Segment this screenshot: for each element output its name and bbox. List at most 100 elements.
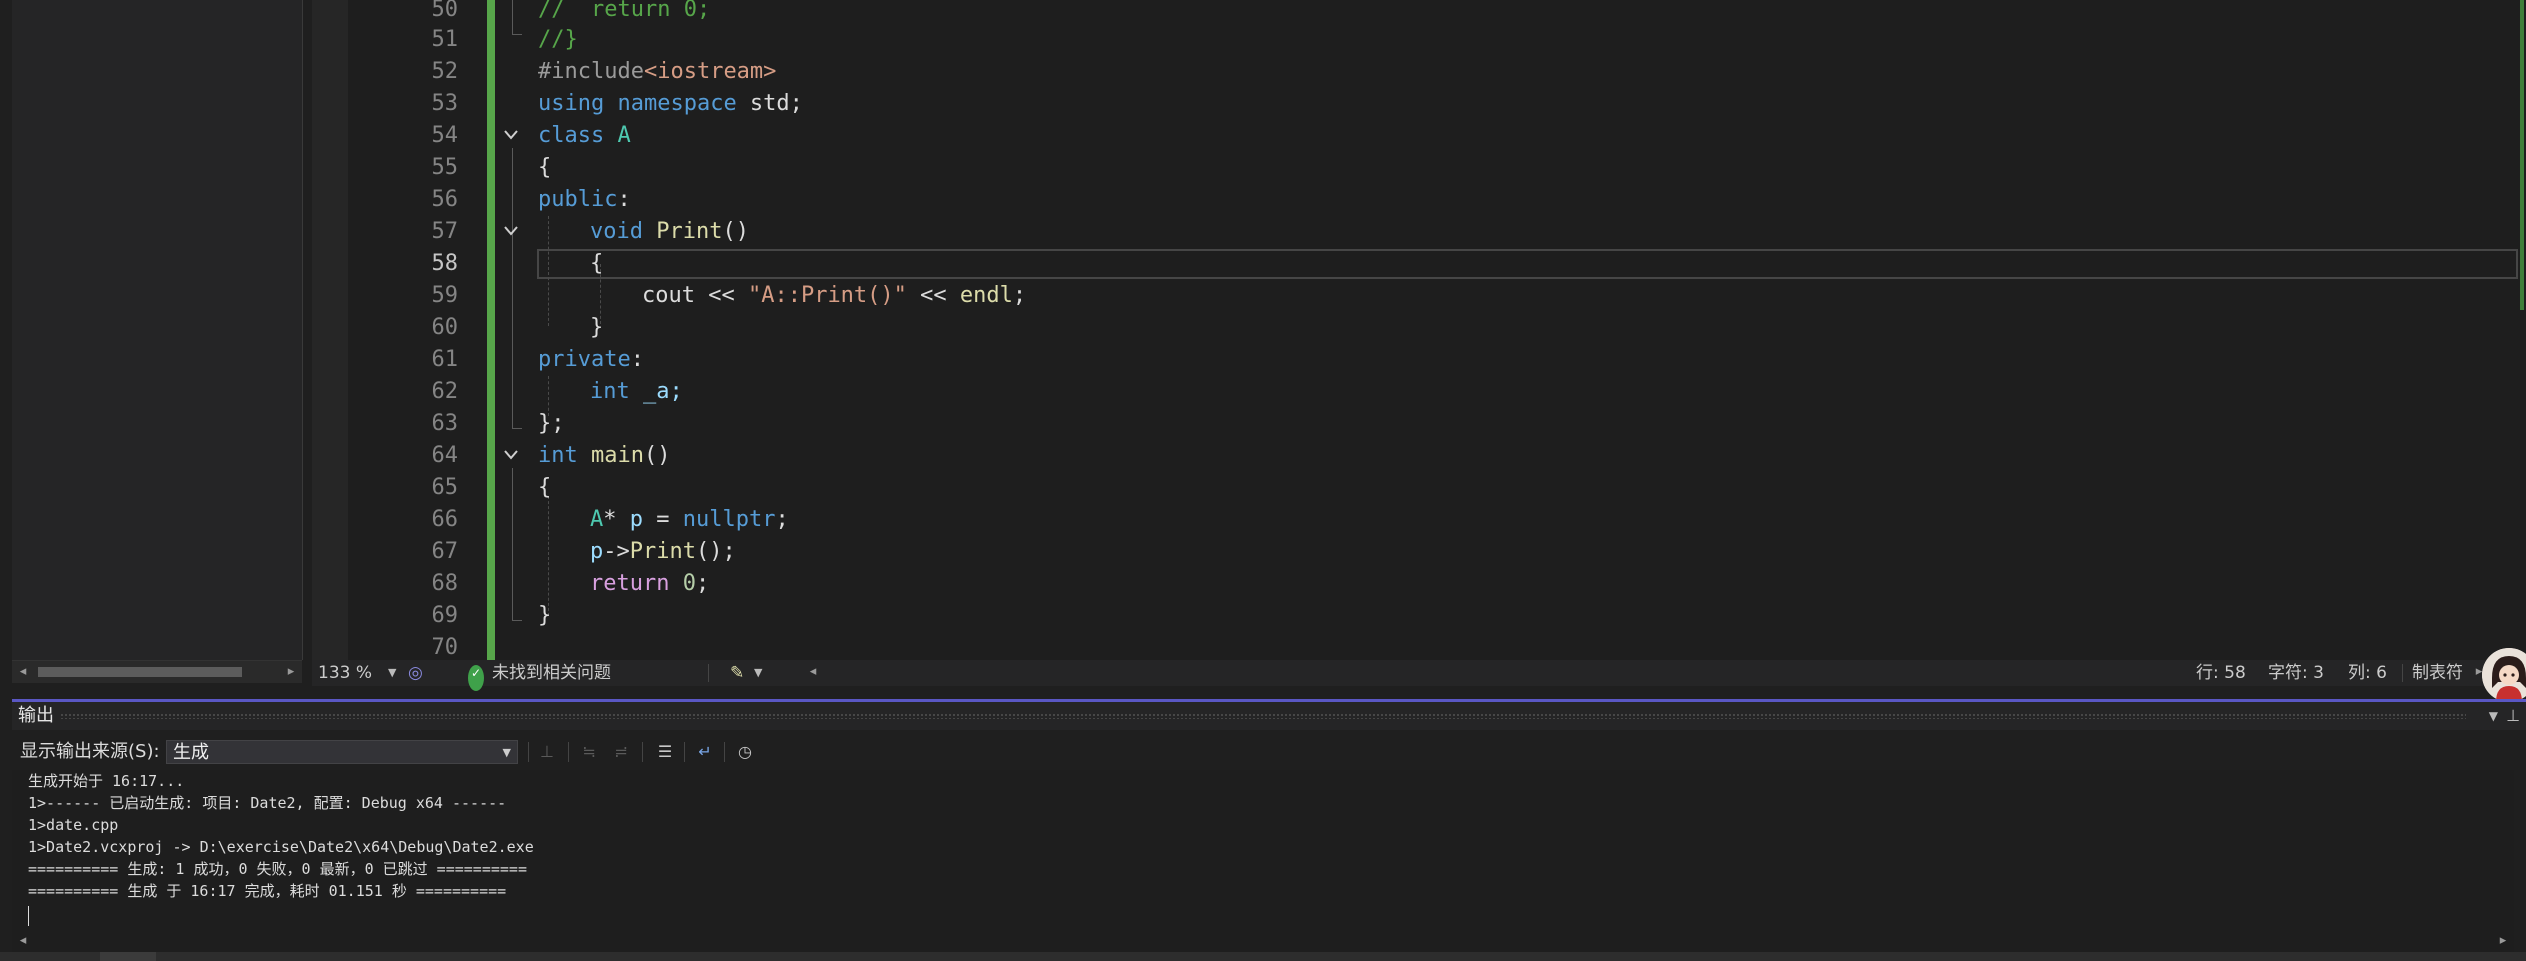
output-text-area[interactable]: 生成开始于 16:17... 1>------ 已启动生成: 项目: Date2… xyxy=(12,770,2514,930)
find-message-icon[interactable]: ⊥ xyxy=(534,740,560,764)
scroll-left-icon[interactable]: ◂ xyxy=(806,664,820,680)
cursor-col[interactable]: 列: 6 xyxy=(2348,660,2387,686)
output-hscrollbar[interactable]: ◂ ▸ xyxy=(12,930,2514,952)
operator: = xyxy=(643,507,683,532)
previous-message-icon[interactable]: ≒ xyxy=(576,740,602,764)
line-number: 54 xyxy=(431,123,459,148)
cursor-row[interactable]: 行: 58 xyxy=(2196,660,2246,686)
divider xyxy=(684,742,685,762)
punctuation: : xyxy=(617,187,631,212)
identifier: p xyxy=(629,507,643,532)
line-number: 63 xyxy=(431,411,459,436)
line-number: 56 xyxy=(431,187,459,212)
keyword: return xyxy=(590,571,670,596)
comment: //} xyxy=(538,27,578,52)
function-name: endl xyxy=(959,283,1013,308)
scroll-right-icon[interactable]: ▸ xyxy=(284,664,298,680)
bottom-tab-strip xyxy=(0,952,2526,961)
code-line: int _a; xyxy=(590,376,683,408)
code-line: class A xyxy=(538,120,631,152)
bottom-tab[interactable] xyxy=(100,952,156,961)
output-source-value: 生成 xyxy=(173,742,209,763)
chevron-down-icon[interactable]: ▼ xyxy=(388,660,396,686)
cursor-char[interactable]: 字符: 3 xyxy=(2268,660,2324,686)
next-message-icon[interactable]: ≓ xyxy=(608,740,634,764)
chevron-down-icon[interactable] xyxy=(500,440,522,472)
line-number: 68 xyxy=(431,571,459,596)
function-name: Print xyxy=(629,539,696,564)
punctuation: : xyxy=(630,347,644,372)
code-line: // return 0; xyxy=(538,0,710,26)
string-literal: "A::Print()" xyxy=(747,283,907,308)
code-line: p->Print(); xyxy=(590,536,736,568)
chevron-down-icon[interactable] xyxy=(500,120,522,152)
keyword: int xyxy=(590,379,630,404)
word-wrap-icon[interactable]: ↵ xyxy=(692,740,718,764)
keyword: private xyxy=(538,347,631,372)
keyword: nullptr xyxy=(682,507,776,532)
output-source-label: 显示输出来源(S): xyxy=(20,741,160,762)
scroll-right-icon[interactable]: ▸ xyxy=(2496,933,2510,949)
punctuation: ; xyxy=(775,507,789,532)
operator: << xyxy=(694,283,748,308)
code-line: } xyxy=(590,312,603,344)
keyword: using xyxy=(538,91,605,116)
line-number: 64 xyxy=(431,443,459,468)
chevron-down-icon[interactable]: ▼ xyxy=(754,660,762,686)
scroll-left-icon[interactable]: ◂ xyxy=(16,664,30,680)
code-area[interactable]: // return 0; //} #include<iostream> usin… xyxy=(538,0,2526,660)
output-panel-title: 输出 xyxy=(18,705,54,726)
punctuation: ; xyxy=(1012,283,1027,308)
intellicode-icon[interactable]: ◎ xyxy=(408,660,423,686)
line-number: 65 xyxy=(431,475,459,500)
solution-explorer-hscrollbar[interactable]: ◂ ▸ xyxy=(12,660,302,683)
line-number: 67 xyxy=(431,539,459,564)
fold-guide-end xyxy=(512,34,522,35)
pin-icon[interactable]: ⊥ xyxy=(2506,702,2520,730)
code-editor[interactable]: 50 51 52 53 54 55 56 57 58 59 60 61 62 6… xyxy=(312,0,2526,660)
line-number: 61 xyxy=(431,347,459,372)
change-marker xyxy=(2520,0,2524,310)
zoom-level[interactable]: 133 % xyxy=(318,660,372,686)
keyword: public xyxy=(538,187,618,212)
editor-vscrollbar[interactable] xyxy=(2518,0,2526,660)
output-line: ========== 生成 于 16:17 完成，耗时 01.151 秒 ===… xyxy=(28,882,507,900)
indent-mode[interactable]: 制表符 xyxy=(2412,660,2463,686)
text-cursor xyxy=(28,906,29,926)
code-line: cout << "A::Print()" << endl; xyxy=(642,280,1026,312)
avatar[interactable] xyxy=(2482,648,2526,702)
brace: { xyxy=(538,475,552,500)
line-number: 51 xyxy=(431,27,459,52)
brace: }; xyxy=(538,411,565,436)
brace: } xyxy=(538,603,552,628)
output-source-select[interactable]: 生成 ▼ xyxy=(166,740,518,764)
chevron-down-icon[interactable]: ▼ xyxy=(503,741,511,765)
issues-status[interactable]: 未找到相关问题 xyxy=(492,660,611,686)
output-title-bar[interactable]: 输出 ▼ ⊥ xyxy=(12,702,2526,730)
scroll-left-icon[interactable]: ◂ xyxy=(16,933,30,949)
chevron-down-icon[interactable] xyxy=(500,216,522,248)
line-number: 52 xyxy=(431,59,459,84)
line-numbers: 50 51 52 53 54 55 56 57 58 59 60 61 62 6… xyxy=(348,0,459,660)
drag-grip[interactable] xyxy=(60,713,2466,719)
check-circle-icon[interactable]: ✓ xyxy=(468,665,484,691)
brush-icon[interactable]: ✎ xyxy=(730,660,744,686)
line-number: 57 xyxy=(431,219,459,244)
fold-guide xyxy=(512,148,513,428)
line-number: 62 xyxy=(431,379,459,404)
operator: -> xyxy=(603,539,630,564)
solution-explorer-content[interactable] xyxy=(12,0,303,660)
clear-all-icon[interactable]: ☰ xyxy=(652,740,678,764)
number-literal: 0 xyxy=(669,571,696,596)
clock-icon[interactable]: ◷ xyxy=(732,740,758,764)
line-number: 59 xyxy=(431,283,459,308)
code-line: private: xyxy=(538,344,644,376)
keyword: class xyxy=(538,123,605,148)
identifier: p xyxy=(590,539,604,564)
scrollbar-thumb[interactable] xyxy=(38,667,242,677)
solution-explorer-pane: ◂ ▸ xyxy=(0,0,310,690)
identifier: cout xyxy=(642,283,695,308)
punctuation: () xyxy=(722,219,749,244)
include-path: <iostream> xyxy=(643,59,777,84)
chevron-down-icon[interactable]: ▼ xyxy=(2489,702,2498,730)
